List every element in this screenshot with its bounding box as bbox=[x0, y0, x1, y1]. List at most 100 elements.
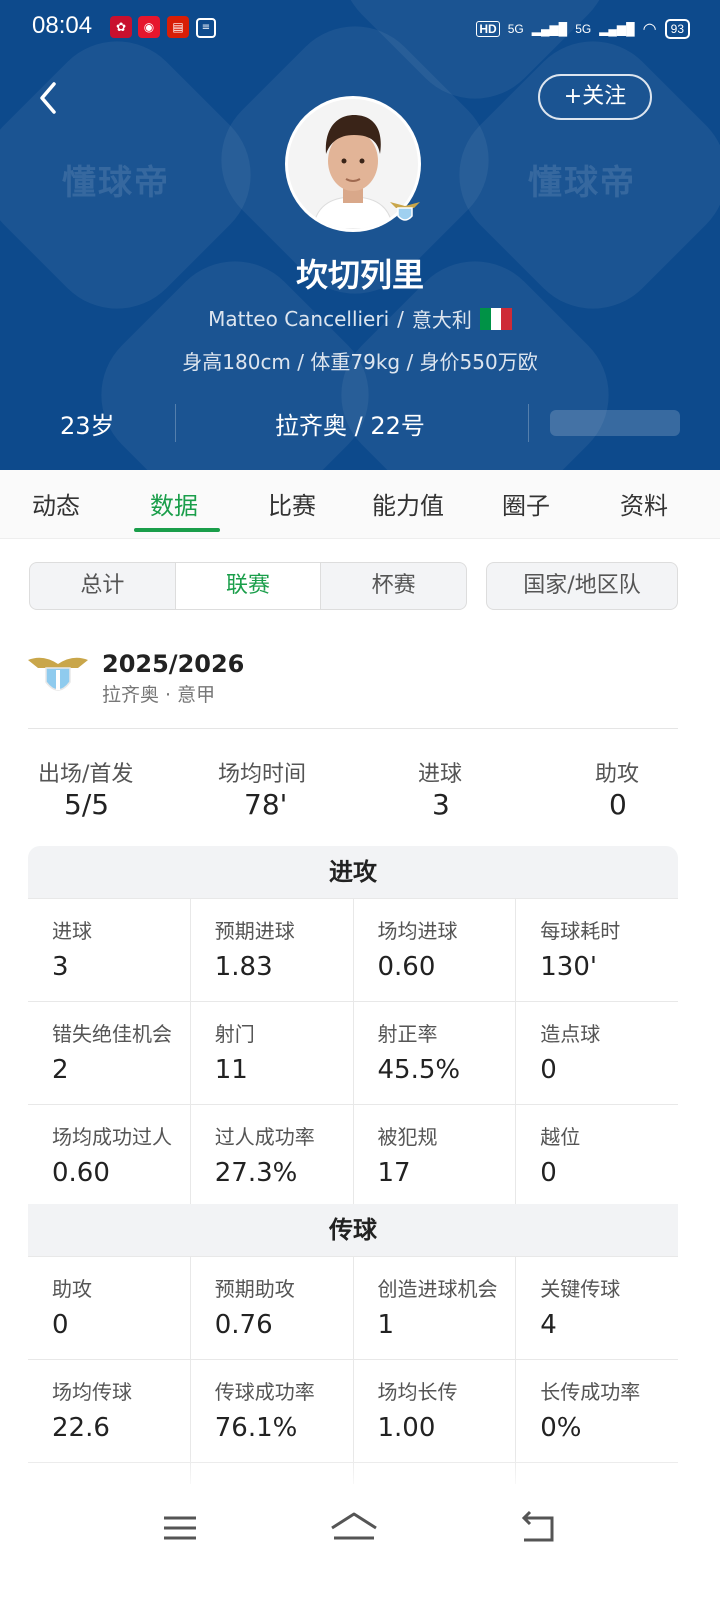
player-club-number[interactable]: 拉齐奥 / 22号 bbox=[275, 406, 425, 441]
stat-label: 场均进球 bbox=[377, 919, 458, 943]
stats-row: 错失绝佳机会 2 射门 11 射正率 45.5% 造点球 0 bbox=[28, 1001, 678, 1104]
player-meta-row: 23岁 拉齐奥 / 22号 bbox=[0, 394, 720, 450]
segment-cup[interactable]: 杯赛 bbox=[321, 563, 466, 609]
stat-value: 11 bbox=[214, 1055, 248, 1085]
stat-cell: 场均成功过人 0.60 bbox=[28, 1105, 191, 1207]
stat-label: 创造进球机会 bbox=[377, 1277, 498, 1301]
back-button[interactable] bbox=[32, 78, 72, 118]
stat-cell: 长传成功率 0% bbox=[516, 1360, 678, 1462]
stat-cell: 关键传球 4 bbox=[516, 1257, 678, 1359]
competition-selector: 总计 联赛 杯赛 bbox=[29, 562, 467, 610]
stat-cell: 造点球 0 bbox=[516, 1002, 678, 1104]
section-title: 传球 bbox=[28, 1204, 678, 1256]
tab-bar: 动态 数据 比赛 能力值 圈子 资料 bbox=[0, 470, 720, 539]
signal-icon: ▂▄▆█ bbox=[531, 22, 568, 36]
battery-icon: 93 bbox=[664, 19, 690, 39]
weibo-icon: ◉ bbox=[138, 16, 160, 38]
tab-feed[interactable]: 动态 bbox=[32, 486, 80, 521]
blurred-info bbox=[550, 410, 680, 436]
summary-value: 78' bbox=[244, 788, 288, 821]
tab-data[interactable]: 数据 bbox=[150, 486, 198, 521]
tab-matches[interactable]: 比赛 bbox=[268, 486, 316, 521]
club-badge-icon bbox=[388, 196, 422, 226]
chevron-left-icon bbox=[40, 82, 56, 114]
season-competition: 拉齐奥 · 意甲 bbox=[102, 684, 216, 706]
stat-label: 场均传球 bbox=[52, 1380, 132, 1404]
stat-cell: 射门 11 bbox=[191, 1002, 354, 1104]
stat-cell: 预期进球 1.83 bbox=[191, 899, 354, 1001]
stat-value: 76.1% bbox=[214, 1413, 298, 1443]
stat-cell: 助攻 0 bbox=[28, 1257, 191, 1359]
calendar-icon: ≡ bbox=[196, 18, 216, 38]
stat-label: 每球耗时 bbox=[540, 919, 621, 943]
stat-label: 过人成功率 bbox=[214, 1125, 315, 1149]
separator: / bbox=[397, 306, 404, 331]
stat-label: 助攻 bbox=[52, 1277, 92, 1301]
divider bbox=[28, 728, 678, 729]
stat-value: 0 bbox=[540, 1158, 557, 1188]
stat-value: 27.3% bbox=[214, 1158, 298, 1188]
stat-label: 越位 bbox=[540, 1125, 581, 1149]
summary-label: 出场/首发 bbox=[38, 762, 134, 787]
stat-label: 造点球 bbox=[540, 1022, 601, 1046]
tab-ratings[interactable]: 能力值 bbox=[372, 486, 444, 521]
segment-total[interactable]: 总计 bbox=[30, 563, 175, 609]
stat-label: 射正率 bbox=[377, 1022, 438, 1046]
stats-row: 进球 3 预期进球 1.83 场均进球 0.60 每球耗时 130' bbox=[28, 898, 678, 1001]
segment-national-team[interactable]: 国家/地区队 bbox=[486, 562, 678, 610]
network-label-2: 5G bbox=[575, 22, 592, 36]
player-name: 坎切列里 bbox=[295, 256, 424, 294]
divider bbox=[528, 404, 529, 442]
stat-value: 0 bbox=[540, 1055, 557, 1085]
stat-label: 被犯规 bbox=[377, 1125, 438, 1149]
player-physical: 身高180cm / 体重79kg / 身价550万欧 bbox=[182, 350, 538, 374]
summary-label: 助攻 bbox=[595, 762, 640, 787]
stat-label: 场均长传 bbox=[377, 1380, 458, 1404]
season-year: 2025/2026 bbox=[102, 650, 245, 678]
divider bbox=[175, 404, 176, 442]
home-button[interactable] bbox=[328, 1508, 388, 1548]
stat-value: 0% bbox=[540, 1413, 582, 1443]
stat-cell: 进球 3 bbox=[28, 899, 191, 1001]
back-nav-button[interactable] bbox=[518, 1508, 578, 1548]
stat-value: 22.6 bbox=[52, 1413, 110, 1443]
section-title: 进攻 bbox=[28, 846, 678, 898]
stat-value: 130' bbox=[540, 952, 598, 982]
stat-label: 预期助攻 bbox=[214, 1277, 295, 1301]
stat-value: 4 bbox=[540, 1310, 557, 1340]
wifi-icon: ◠ bbox=[642, 21, 657, 38]
stat-cell: 场均长传 1.00 bbox=[354, 1360, 517, 1462]
tab-community[interactable]: 圈子 bbox=[502, 486, 550, 521]
stat-cell: 每球耗时 130' bbox=[516, 899, 678, 1001]
stat-label: 关键传球 bbox=[540, 1277, 621, 1301]
segment-league[interactable]: 联赛 bbox=[174, 563, 322, 609]
status-bar: 08:04 ✿ ◉ ▤ ≡ HD 5G ▂▄▆█ 5G ▂▄▆█ ◠ 93 bbox=[0, 0, 720, 56]
stat-cell: 越位 0 bbox=[516, 1105, 678, 1207]
system-nav-bar bbox=[0, 1484, 720, 1600]
attack-stats-table: 进攻 进球 3 预期进球 1.83 场均进球 0.60 每球耗时 130' 错失绝佳机会… bbox=[28, 846, 678, 1207]
italy-flag-icon bbox=[479, 307, 512, 330]
signal-icon: ▂▄▆█ bbox=[599, 22, 635, 36]
stat-cell: 被犯规 17 bbox=[354, 1105, 517, 1207]
stat-label: 长传成功率 bbox=[540, 1380, 641, 1404]
summary-label: 进球 bbox=[418, 762, 463, 787]
hd-icon: HD bbox=[476, 21, 500, 37]
app-notification-icon: ▤ bbox=[167, 16, 189, 38]
stat-label: 进球 bbox=[52, 919, 92, 943]
stat-value: 2 bbox=[52, 1055, 69, 1085]
follow-button[interactable]: +关注 bbox=[538, 74, 652, 120]
tab-profile[interactable]: 资料 bbox=[620, 486, 668, 521]
stats-row: 场均传球 22.6 传球成功率 76.1% 场均长传 1.00 长传成功率 0% bbox=[28, 1359, 678, 1462]
stat-cell: 预期助攻 0.76 bbox=[191, 1257, 354, 1359]
stats-row: 场均成功过人 0.60 过人成功率 27.3% 被犯规 17 越位 0 bbox=[28, 1104, 678, 1207]
stat-value: 45.5% bbox=[377, 1055, 461, 1085]
lazio-logo-icon bbox=[28, 652, 88, 700]
stat-cell: 创造进球机会 1 bbox=[354, 1257, 517, 1359]
stat-value: 17 bbox=[377, 1158, 411, 1188]
active-tab-indicator bbox=[134, 528, 220, 532]
stat-value: 0.60 bbox=[377, 952, 436, 982]
menu-button[interactable] bbox=[160, 1508, 220, 1548]
stat-value: 1 bbox=[377, 1310, 395, 1340]
stat-cell: 过人成功率 27.3% bbox=[191, 1105, 354, 1207]
stat-value: 1.00 bbox=[377, 1413, 436, 1443]
